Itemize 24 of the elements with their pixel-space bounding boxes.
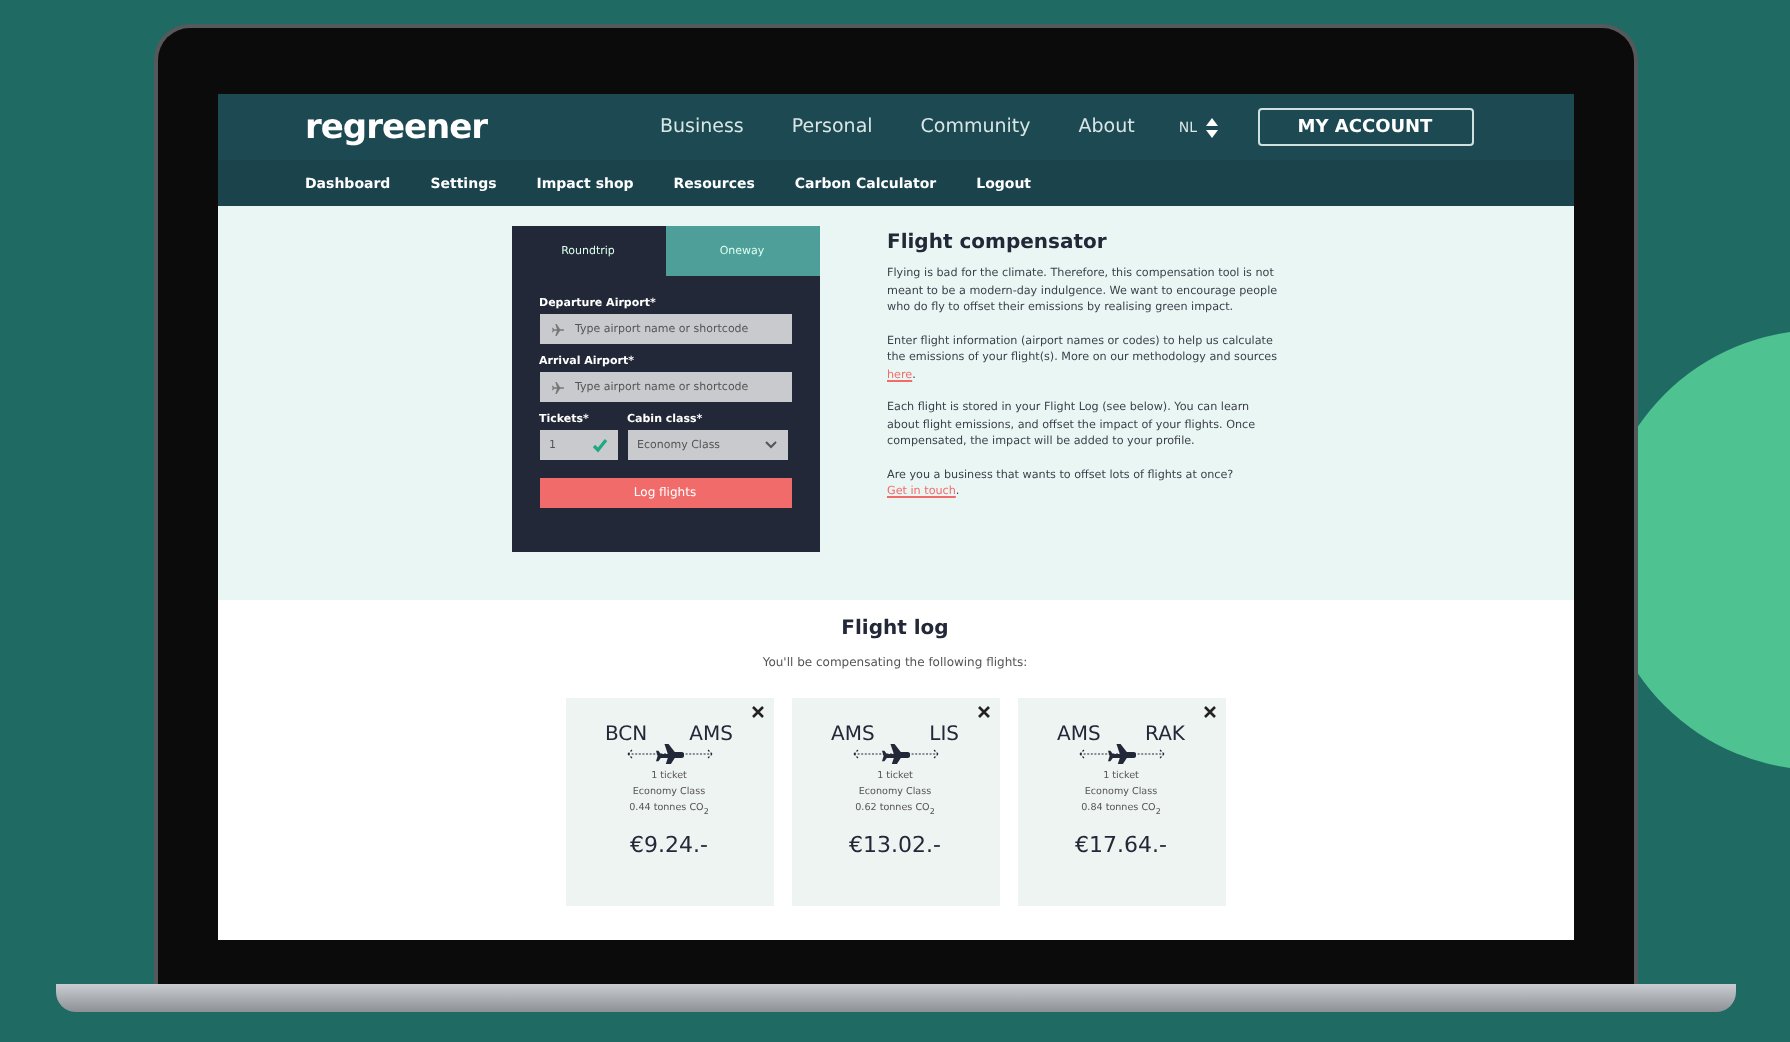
airport-code: LIS <box>929 724 959 746</box>
airport-code: AMS <box>689 724 733 746</box>
nav-link[interactable]: About <box>1078 116 1135 138</box>
nav-link[interactable]: Personal <box>791 116 873 138</box>
airplane-icon <box>549 379 565 395</box>
airport-code: BCN <box>605 724 648 746</box>
close-icon[interactable] <box>1203 706 1215 718</box>
section-title: Flight compensator <box>887 232 1109 254</box>
chevron-down-icon <box>763 440 777 450</box>
close-icon[interactable] <box>977 706 989 718</box>
price: €9.24.- <box>630 831 708 858</box>
price: €17.64.- <box>1075 831 1167 858</box>
airplane-icon <box>549 321 565 337</box>
airport-code: RAK <box>1145 724 1185 746</box>
account-button[interactable]: MY ACCOUNT <box>1257 108 1473 146</box>
airport-code: AMS <box>1057 724 1101 746</box>
price: €13.02.- <box>849 831 941 858</box>
nav-link[interactable]: Community <box>920 116 1031 138</box>
airport-code: AMS <box>831 724 875 746</box>
section-title: Flight log <box>841 618 949 640</box>
logo[interactable]: regreener <box>305 107 488 147</box>
up-down-icon[interactable] <box>1205 117 1217 137</box>
nav-link[interactable]: Business <box>659 116 744 138</box>
close-icon[interactable] <box>751 706 763 718</box>
